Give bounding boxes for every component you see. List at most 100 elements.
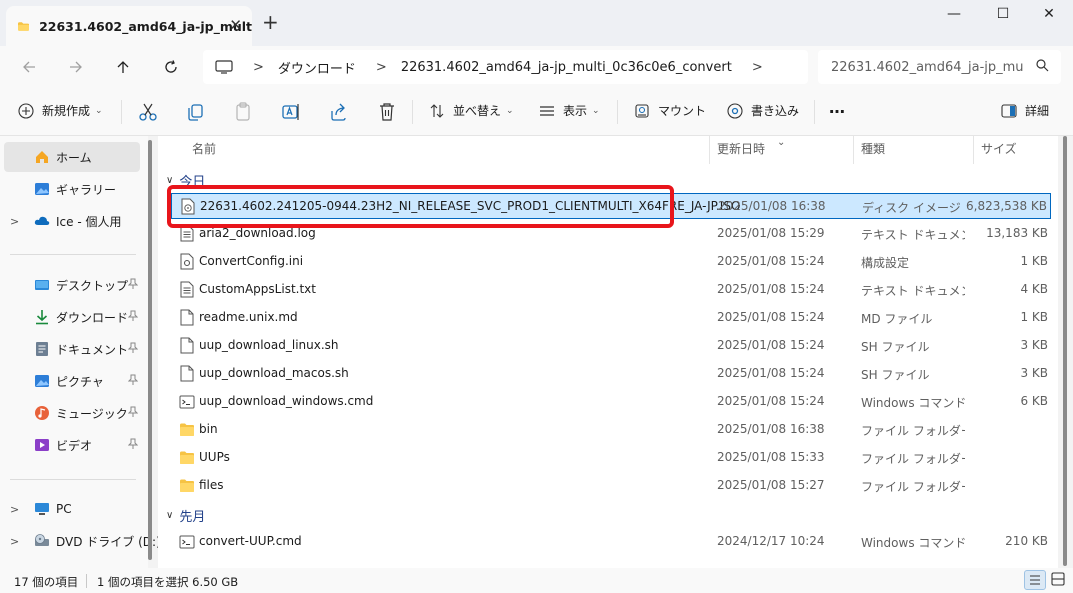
file-row[interactable]: CustomAppsList.txt 2025/01/08 15:24 テキスト ド… (171, 277, 1051, 303)
file-name: CustomAppsList.txt (199, 282, 316, 296)
sidebar-item-pictures[interactable]: ピクチャ (4, 366, 140, 396)
delete-icon[interactable] (376, 102, 398, 122)
chevron-right-icon: > (375, 59, 387, 75)
search-input[interactable]: 22631.4602_amd64_ja-jp_multi (818, 50, 1061, 84)
file-name: bin (199, 422, 218, 436)
file-row[interactable]: uup_download_windows.cmd 2025/01/08 15:24… (171, 389, 1051, 415)
sort-label: 並べ替え (453, 104, 502, 118)
status-bar: 17 個の項目 1 個の項目を選択 6.50 GB (0, 568, 1073, 593)
tiles-view-icon (1051, 572, 1065, 586)
folder-icon (18, 21, 30, 31)
group-header-last-month[interactable]: ∨ 先月 (166, 505, 205, 525)
sidebar-item-gallery[interactable]: ギャラリー (4, 174, 140, 204)
toolbar-divider (814, 100, 815, 124)
pictures-icon (35, 375, 49, 387)
file-date: 2025/01/08 16:38 (717, 422, 825, 436)
sidebar-divider (10, 479, 136, 480)
back-button[interactable] (16, 54, 42, 80)
file-date: 2025/01/08 15:24 (717, 282, 825, 296)
column-divider[interactable] (973, 136, 974, 164)
monitor-icon (215, 60, 233, 74)
sidebar-scrollbar[interactable] (148, 140, 152, 560)
pin-icon[interactable] (128, 342, 138, 354)
file-type: ファイル フォルダー (861, 480, 965, 494)
sidebar-item-downloads[interactable]: ダウンロード (4, 302, 140, 332)
column-header-date[interactable]: 更新日時 (717, 136, 765, 164)
navigation-pane: ホーム ギャラリー > Ice - 個人用 デスクトップ ダウンロード ドキュメ… (0, 136, 161, 568)
close-window-button[interactable]: ✕ (1034, 6, 1064, 26)
file-date: 2025/01/08 15:24 (717, 310, 825, 324)
file-row[interactable]: uup_download_macos.sh 2025/01/08 15:24 SH … (171, 361, 1051, 387)
sidebar-item-onedrive[interactable]: > Ice - 個人用 (4, 206, 140, 236)
file-size: 6,823,538 KB (966, 199, 1047, 213)
details-view-button[interactable] (1024, 570, 1046, 590)
chevron-right-icon[interactable]: > (752, 60, 763, 75)
chevron-right-icon[interactable]: > (10, 503, 19, 516)
breadcrumb-current-folder[interactable]: 22631.4602_amd64_ja-jp_multi_0c36c0e6_co… (401, 60, 732, 75)
column-header-name[interactable]: 名前 (192, 136, 216, 164)
sidebar-item-videos[interactable]: ビデオ (4, 430, 140, 460)
file-row[interactable]: readme.unix.md 2025/01/08 15:24 MD ファイル 1 K… (171, 305, 1051, 331)
share-icon[interactable] (328, 102, 350, 122)
column-divider[interactable] (853, 136, 854, 164)
file-type: ファイル フォルダー (861, 452, 965, 466)
chevron-right-icon[interactable]: > (10, 215, 19, 228)
sidebar-item-desktop[interactable]: デスクトップ (4, 270, 140, 300)
sidebar-item-pc[interactable]: > PC (4, 494, 140, 524)
details-pane-button[interactable]: 詳細 (1001, 102, 1049, 119)
file-row[interactable]: files 2025/01/08 15:27 ファイル フォルダー (171, 473, 1051, 499)
pin-icon[interactable] (128, 278, 138, 290)
copy-icon[interactable] (185, 102, 207, 122)
more-options-button[interactable]: … (829, 98, 845, 117)
sidebar-item-dvd-drive[interactable]: > DVD ドライブ (D:) (4, 526, 161, 556)
column-header-size[interactable]: サイズ (981, 136, 1017, 164)
sidebar-item-home[interactable]: ホーム (4, 142, 140, 172)
tab-current-folder[interactable]: 22631.4602_amd64_ja-jp_mult ✕ (6, 6, 252, 46)
list-view-icon (540, 105, 554, 116)
burn-label: 書き込み (751, 104, 800, 118)
cloud-icon (34, 216, 50, 225)
folder-icon (179, 421, 195, 438)
cmd-file-icon (179, 393, 195, 410)
paste-icon[interactable] (232, 102, 254, 122)
pin-icon[interactable] (128, 438, 138, 450)
file-row[interactable]: uup_download_linux.sh 2025/01/08 15:24 SH … (171, 333, 1051, 359)
rename-icon[interactable] (280, 102, 302, 122)
pin-icon[interactable] (128, 406, 138, 418)
column-divider[interactable] (709, 136, 710, 164)
column-header-type[interactable]: 種類 (861, 136, 885, 164)
file-list-scrollbar[interactable] (1063, 136, 1067, 566)
maximize-button[interactable]: ☐ (988, 6, 1018, 26)
forward-button[interactable] (63, 54, 89, 80)
cut-icon[interactable] (137, 102, 159, 122)
new-tab-button[interactable]: + (262, 12, 279, 32)
file-name: convert-UUP.cmd (199, 534, 302, 548)
minimize-button[interactable]: — (939, 6, 969, 26)
status-divider (86, 574, 87, 588)
refresh-button[interactable] (158, 54, 184, 80)
sort-button[interactable]: 並べ替え ⌄ (429, 102, 514, 119)
tab-close-icon[interactable]: ✕ (229, 16, 242, 34)
file-row[interactable]: UUPs 2025/01/08 15:33 ファイル フォルダー (171, 445, 1051, 471)
mount-button[interactable]: マウント (634, 102, 706, 119)
file-size: 1 KB (1020, 310, 1048, 324)
tiles-view-button[interactable] (1048, 570, 1070, 590)
up-button[interactable] (110, 54, 136, 80)
pin-icon[interactable] (128, 310, 138, 322)
chevron-right-icon[interactable]: > (10, 535, 19, 548)
file-row[interactable]: ConvertConfig.ini 2025/01/08 15:24 構成設定 1 K… (171, 249, 1051, 275)
burn-button[interactable]: 書き込み (727, 102, 799, 119)
breadcrumb-downloads[interactable]: ダウンロード (278, 58, 356, 77)
download-icon (36, 310, 48, 325)
view-button[interactable]: 表示 ⌄ (539, 102, 600, 119)
new-button[interactable]: 新規作成 ⌄ (18, 102, 103, 119)
file-type: SH ファイル (861, 340, 930, 354)
sidebar-item-music[interactable]: ミュージック (4, 398, 140, 428)
file-row[interactable]: convert-UUP.cmd 2024/12/17 10:24 Windows コ… (171, 529, 1051, 555)
file-row[interactable]: bin 2025/01/08 16:38 ファイル フォルダー (171, 417, 1051, 443)
sidebar-item-documents[interactable]: ドキュメント (4, 334, 140, 364)
toolbar-divider (412, 100, 413, 124)
pin-icon[interactable] (128, 374, 138, 386)
address-bar[interactable]: > ダウンロード > 22631.4602_amd64_ja-jp_multi_… (203, 50, 808, 84)
file-type: ファイル フォルダー (861, 424, 965, 438)
